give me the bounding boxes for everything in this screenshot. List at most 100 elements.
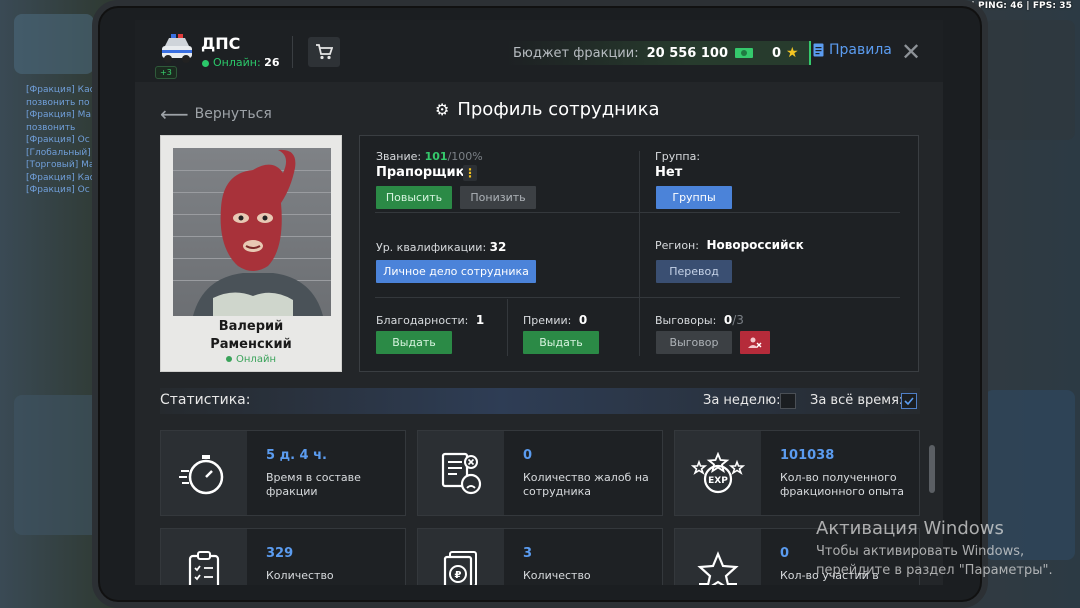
employee-last-name: Раменский <box>210 337 292 352</box>
stat-card: 5 д. 4 ч. Время в составе фракции <box>160 430 406 516</box>
stat-description: Время в составе фракции <box>266 471 361 498</box>
divider <box>292 36 293 68</box>
gear-icon: ⚙ <box>435 100 450 119</box>
faction-budget: Бюджет фракции: 20 556 100 0 ★ <box>505 41 811 65</box>
online-label: Онлайн: <box>213 56 261 69</box>
stat-card: ₽ 3 Количество <box>417 528 663 585</box>
shop-button[interactable] <box>308 37 340 67</box>
rank-label: Звание: <box>376 150 422 163</box>
cart-icon <box>316 44 333 60</box>
close-button[interactable]: ✕ <box>901 38 921 66</box>
star-currency-icon: ★ <box>786 45 799 61</box>
document-icon <box>813 43 824 57</box>
qualification-value: 32 <box>489 240 507 254</box>
statistics-title: Статистика: <box>160 392 251 408</box>
region-value: Новороссийск <box>706 238 804 252</box>
promote-button[interactable]: Повысить <box>376 186 452 209</box>
employee-info-panel: Звание: 101/100% Прапорщик ⋮ Повысить По… <box>359 135 919 372</box>
alltime-filter-checkbox[interactable] <box>901 393 917 409</box>
reprimand-row: Выговоры: 0/3 <box>655 313 744 327</box>
group-value: Нет <box>655 165 683 180</box>
bg-minimap-corner <box>14 14 94 74</box>
clipboard-icon <box>161 529 247 585</box>
mugshot-photo <box>173 148 331 316</box>
svg-text:EXP: EXP <box>708 476 728 486</box>
demote-button[interactable]: Понизить <box>460 186 536 209</box>
thanks-value: 1 <box>475 313 485 327</box>
rank-name: Прапорщик <box>376 165 465 180</box>
rules-link[interactable]: Правила <box>813 42 892 58</box>
stars-value: 0 <box>772 45 782 61</box>
page-title-text: Профиль сотрудника <box>457 99 660 120</box>
groups-button[interactable]: Группы <box>656 186 732 209</box>
statistics-header: Статистика: За неделю: За всё время: <box>160 388 920 414</box>
faction-name: ДПС <box>201 34 241 53</box>
stat-value: 5 д. 4 ч. <box>266 448 327 463</box>
checkmark-icon <box>904 397 914 406</box>
reprimand-max: /3 <box>732 313 744 327</box>
exp-stars-icon: EXP <box>675 431 761 515</box>
complaint-icon <box>418 431 504 515</box>
transfer-button[interactable]: Перевод <box>656 260 732 283</box>
stat-description: Кол-во полученного фракционного опыта <box>780 471 905 498</box>
bonus-row: Премии: 0 <box>523 313 587 327</box>
divider <box>507 299 508 356</box>
employee-first-name: Валерий <box>218 319 284 334</box>
stat-description: Количество <box>523 569 591 582</box>
faction-level-badge: +3 <box>155 66 177 79</box>
online-count: 26 <box>264 56 280 69</box>
reprimand-button[interactable]: Выговор <box>656 331 732 354</box>
stat-card: 0 Количество жалоб на сотрудника <box>417 430 663 516</box>
qualification-label: Ур. квалификации: <box>376 241 487 254</box>
top-bar: +3 ДПС Онлайн: 26 Бюджет фракции: 20 556… <box>135 20 943 82</box>
region-label: Регион: <box>655 239 699 252</box>
remove-reprimand-button[interactable] <box>740 331 770 354</box>
stat-value: 0 <box>780 546 790 561</box>
bonus-value: 0 <box>578 313 588 327</box>
faction-online: Онлайн: 26 <box>202 56 279 69</box>
user-remove-icon <box>748 337 762 348</box>
tablet-screen: +3 ДПС Онлайн: 26 Бюджет фракции: 20 556… <box>135 20 943 585</box>
stat-value: 3 <box>523 546 533 561</box>
budget-value: 20 556 100 <box>646 45 728 61</box>
scrollbar[interactable] <box>929 445 935 493</box>
activation-title: Активация Windows <box>816 518 1004 539</box>
money-icon <box>735 48 753 58</box>
stat-value: 0 <box>523 448 533 463</box>
week-filter-checkbox[interactable] <box>780 393 796 409</box>
thanks-row: Благодарности: 1 <box>376 313 484 327</box>
online-dot-icon <box>226 356 233 362</box>
thanks-label: Благодарности: <box>376 314 469 327</box>
star-icon <box>675 529 761 585</box>
group-label: Группа: <box>655 150 701 163</box>
svg-text:₽: ₽ <box>455 570 462 581</box>
give-thanks-button[interactable]: Выдать <box>376 331 452 354</box>
stat-card: EXP 101038 Кол-во полученного фракционно… <box>674 430 920 516</box>
employee-status-label: Онлайн <box>236 354 276 365</box>
stat-value: 329 <box>266 546 294 561</box>
bg-speedometer <box>985 20 1075 140</box>
reprimand-label: Выговоры: <box>655 314 717 327</box>
rank-points: 101 <box>424 150 448 163</box>
online-dot-icon <box>202 59 209 67</box>
budget-label: Бюджет фракции: <box>513 45 639 61</box>
reprimand-value: 0 <box>723 313 733 327</box>
region-row: Регион: Новороссийск <box>655 238 804 252</box>
personal-file-button[interactable]: Личное дело сотрудника <box>376 260 536 283</box>
stat-description: Количество <box>266 569 334 582</box>
ruble-doc-icon: ₽ <box>418 529 504 585</box>
page-title: ⚙ Профиль сотрудника <box>435 99 660 120</box>
employee-status: Онлайн <box>161 354 341 365</box>
more-options-icon[interactable]: ⋮ <box>463 165 477 181</box>
employee-name: Валерий Раменский <box>161 318 341 354</box>
divider <box>375 212 900 213</box>
divider <box>639 151 640 356</box>
give-bonus-button[interactable]: Выдать <box>523 331 599 354</box>
divider <box>375 297 900 298</box>
bonus-label: Премии: <box>523 314 572 327</box>
employee-photo-card: Валерий Раменский Онлайн <box>160 135 342 372</box>
back-button[interactable]: ⟵ Вернуться <box>160 102 272 126</box>
windows-activation-watermark: Активация Windows Чтобы активировать Win… <box>816 518 1053 580</box>
activation-line-2: перейдите в раздел "Параметры". <box>816 563 1053 578</box>
stat-card: 329 Количество <box>160 528 406 585</box>
